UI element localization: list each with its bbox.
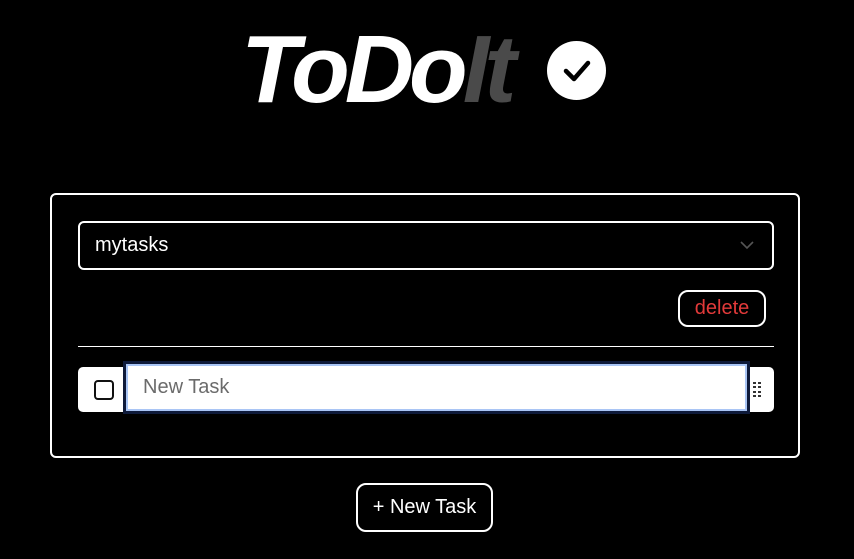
task-checkbox[interactable] xyxy=(94,380,114,400)
list-select-value: mytasks xyxy=(95,234,169,256)
new-task-button[interactable]: + New Task xyxy=(356,483,493,532)
drag-handle-icon[interactable] xyxy=(753,382,761,397)
task-row xyxy=(78,361,774,414)
list-select-dropdown[interactable]: mytasks xyxy=(78,221,774,270)
divider xyxy=(78,346,774,347)
logo-text-primary: ToDo xyxy=(241,16,468,123)
task-list-card: mytasks delete xyxy=(50,193,800,458)
delete-list-button[interactable]: delete xyxy=(678,290,766,327)
logo-text: ToDoIt xyxy=(241,22,516,118)
chevron-down-icon xyxy=(740,241,754,250)
checkmark-icon xyxy=(563,60,590,81)
checkmark-circle-icon xyxy=(547,41,606,100)
app-logo: ToDoIt xyxy=(241,22,516,118)
task-input[interactable] xyxy=(123,361,750,414)
logo-text-secondary: It xyxy=(462,16,517,123)
